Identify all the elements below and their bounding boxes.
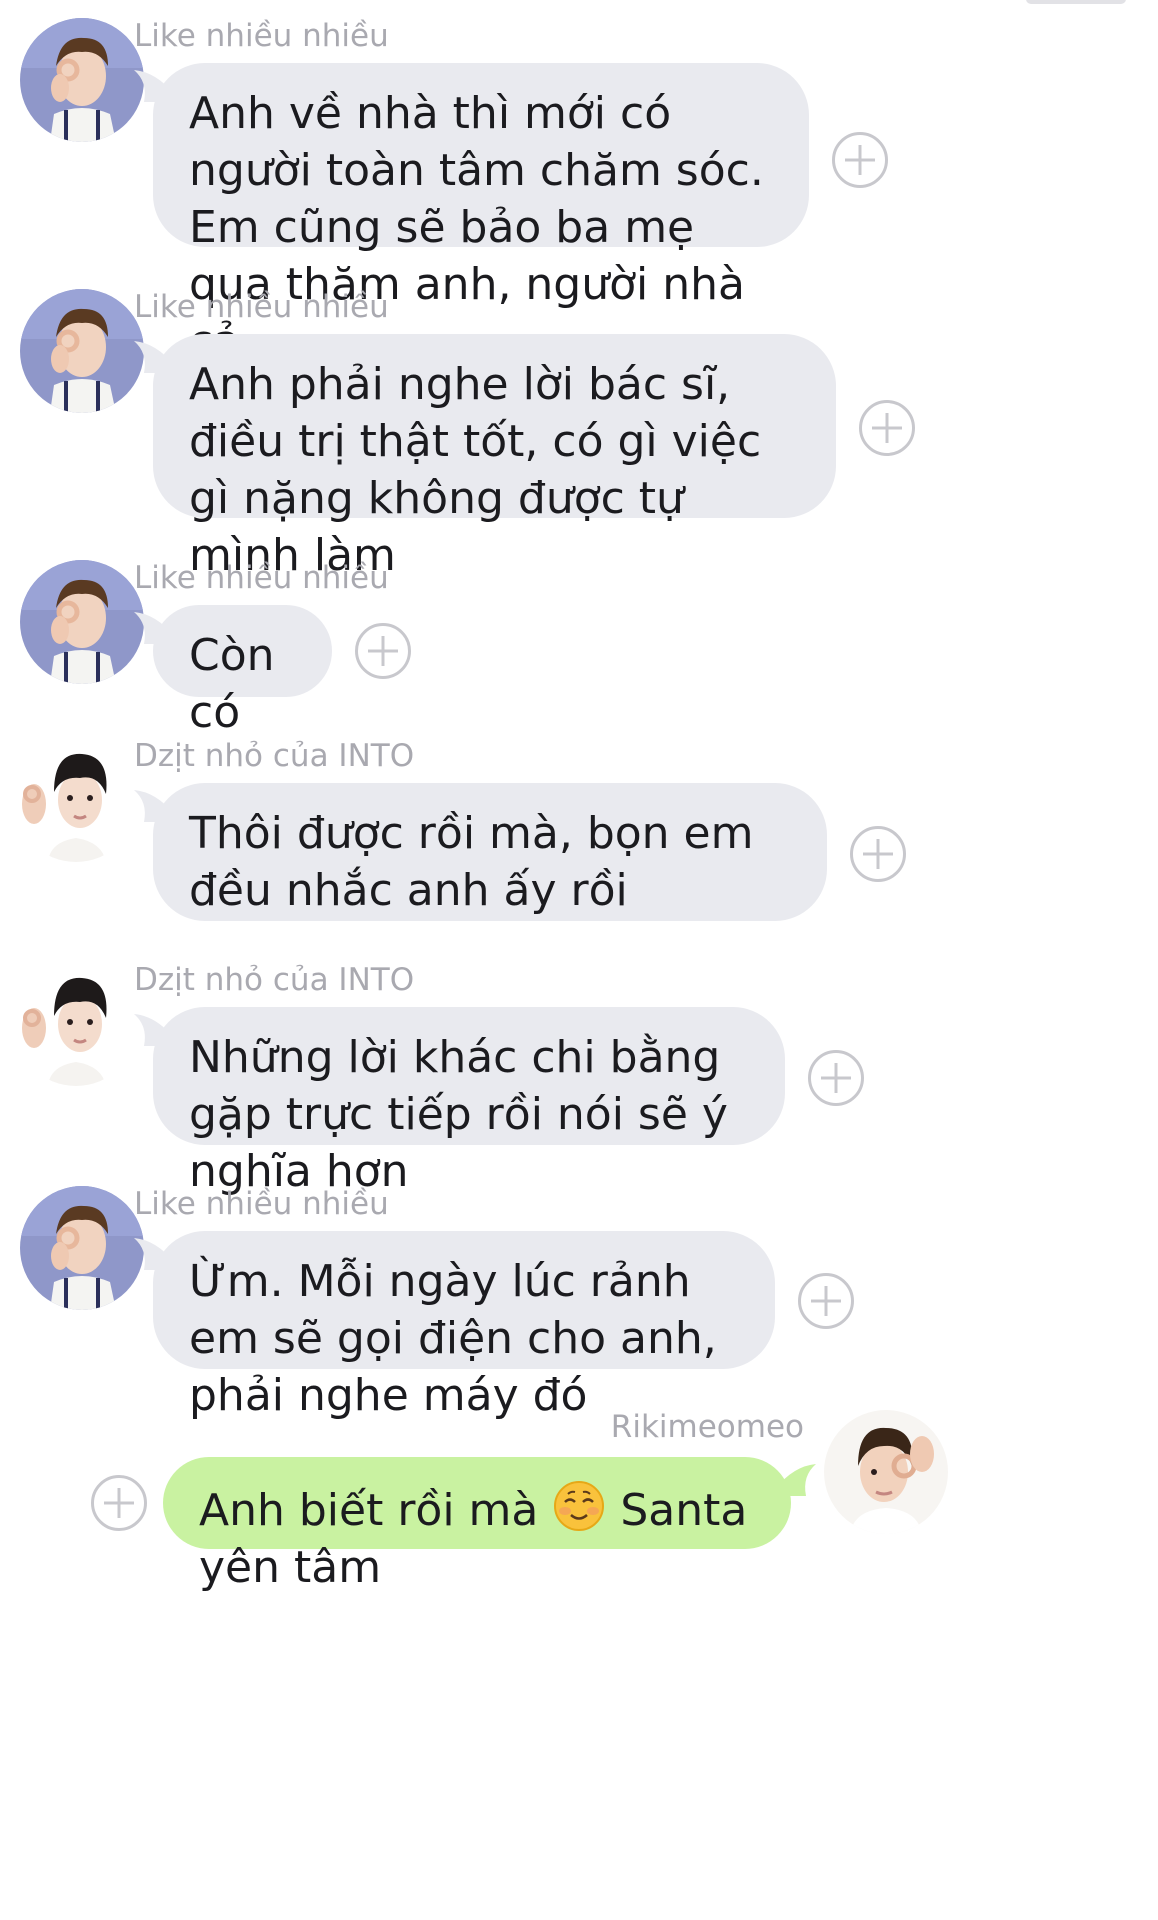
add-reaction-icon[interactable] xyxy=(355,623,411,679)
sender-name: Dzịt nhỏ của INTO xyxy=(134,962,415,998)
message-bubble[interactable]: Anh biết rồi mà Santa yên tâm xyxy=(163,1457,791,1593)
sender-avatar[interactable] xyxy=(20,1186,144,1310)
message-bubble[interactable]: Thôi được rồi mà, bọn em đều nhắc anh ấy… xyxy=(153,783,827,921)
add-reaction-icon[interactable] xyxy=(859,400,915,456)
sender-name: Like nhiều nhiều xyxy=(134,560,389,596)
message-bubble[interactable]: Anh về nhà thì mới có người toàn tâm chă… xyxy=(153,63,809,367)
sender-avatar[interactable] xyxy=(14,738,138,862)
message-text: Anh biết rồi mà xyxy=(199,1485,539,1536)
sender-name: Like nhiều nhiều xyxy=(134,18,389,54)
add-reaction-icon[interactable] xyxy=(808,1050,864,1106)
add-reaction-icon[interactable] xyxy=(91,1475,147,1531)
sender-avatar[interactable] xyxy=(824,1410,948,1534)
sender-name: Like nhiều nhiều xyxy=(134,1186,389,1222)
add-reaction-icon[interactable] xyxy=(850,826,906,882)
sender-avatar[interactable] xyxy=(20,289,144,413)
message-bubble[interactable]: Còn có xyxy=(153,605,332,738)
message-bubble[interactable]: Ừm. Mỗi ngày lúc rảnh em sẽ gọi điện cho… xyxy=(153,1231,775,1421)
sender-avatar[interactable] xyxy=(20,560,144,684)
sender-name: Rikimeomeo xyxy=(610,1409,804,1445)
sender-name: Dzịt nhỏ của INTO xyxy=(134,738,415,774)
message-bubble[interactable]: Những lời khác chi bằng gặp trực tiếp rồ… xyxy=(153,1007,785,1197)
scroll-indicator xyxy=(1026,0,1126,4)
add-reaction-icon[interactable] xyxy=(798,1273,854,1329)
message-bubble[interactable]: Anh phải nghe lời bác sĩ, điều trị thật … xyxy=(153,334,836,581)
sender-avatar[interactable] xyxy=(14,962,138,1086)
sender-name: Like nhiều nhiều xyxy=(134,289,389,325)
add-reaction-icon[interactable] xyxy=(832,132,888,188)
sender-avatar[interactable] xyxy=(20,18,144,142)
smiling-face-icon xyxy=(554,1481,605,1531)
